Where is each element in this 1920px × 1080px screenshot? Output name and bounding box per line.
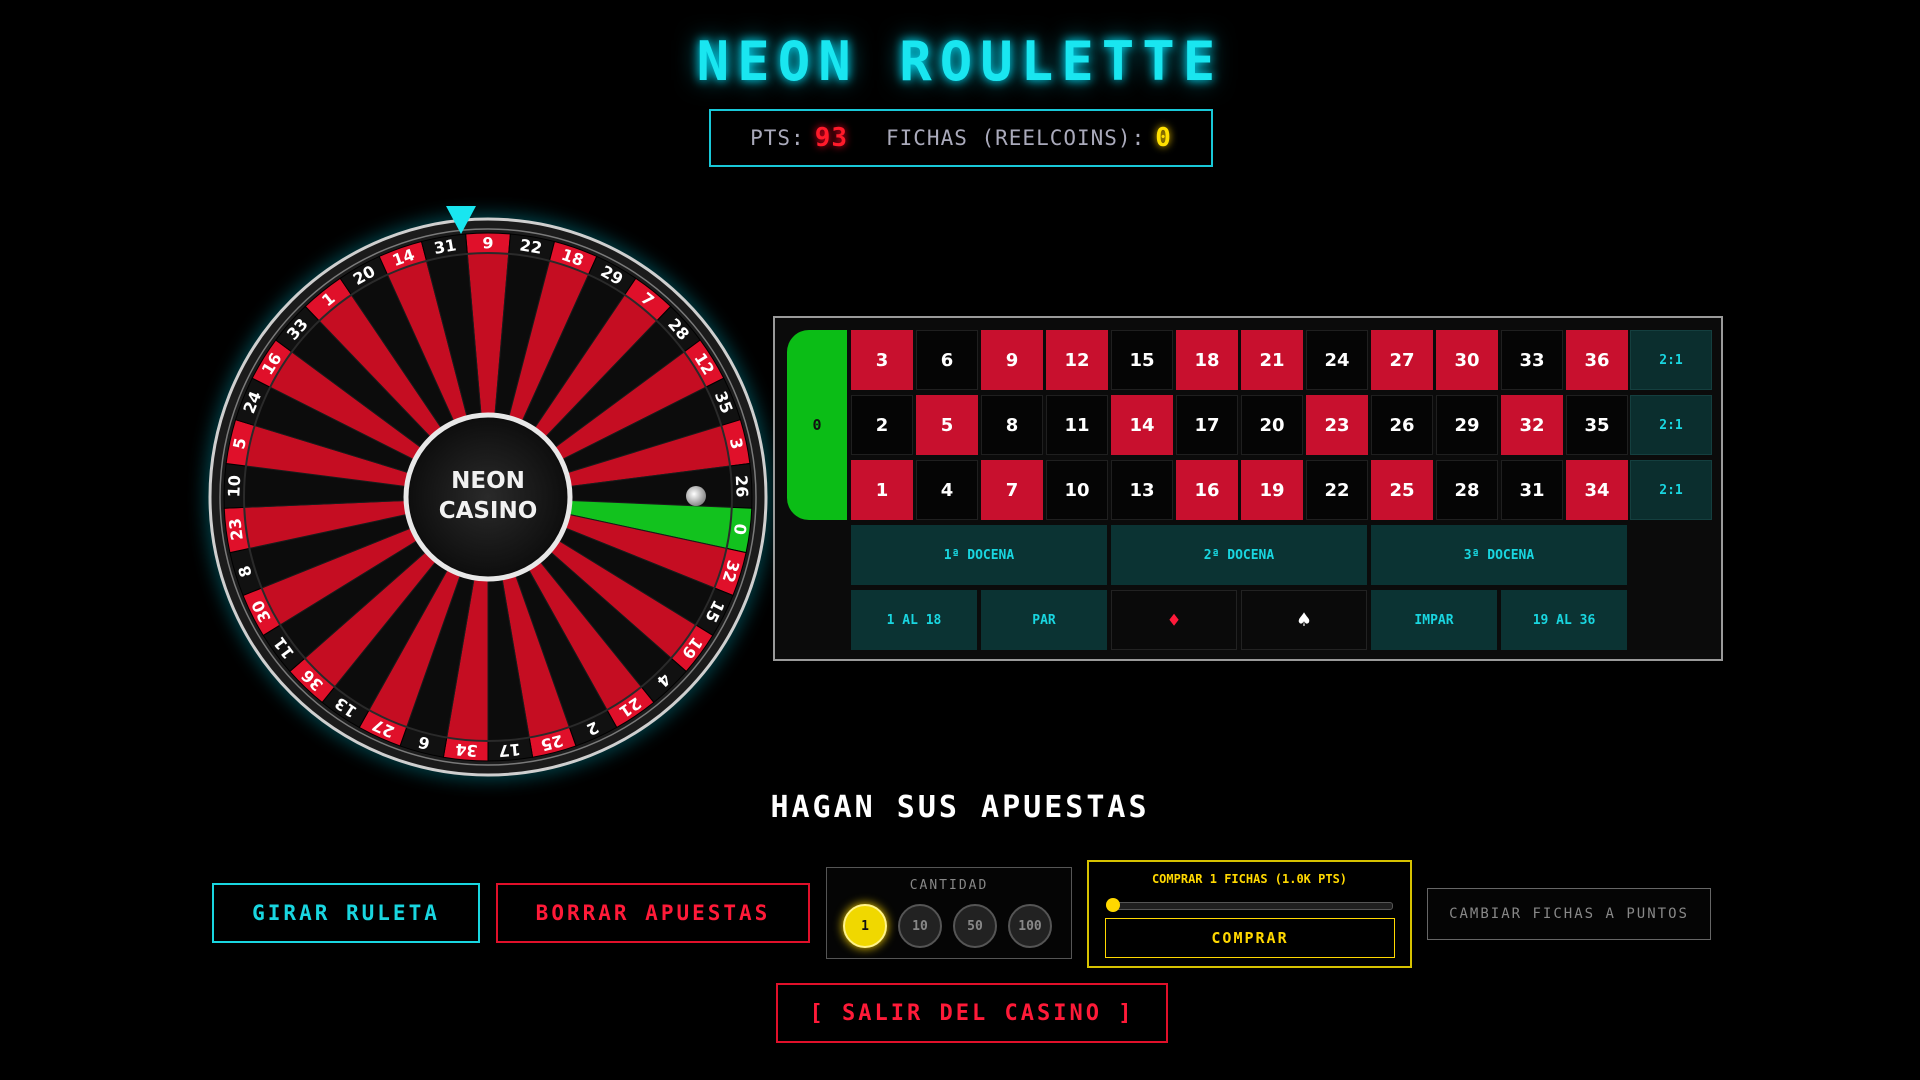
bet-low[interactable]: 1 AL 18 [851,590,977,650]
bet-number-cell[interactable]: 22 [1306,460,1368,520]
diamond-icon: ♦ [1167,608,1181,632]
bet-number-cell[interactable]: 29 [1436,395,1498,455]
bet-number-cell[interactable]: 21 [1241,330,1303,390]
bet-number-cell[interactable]: 27 [1371,330,1433,390]
bet-number-cell[interactable]: 15 [1111,330,1173,390]
wheel-number-label: 23 [225,517,247,541]
bet-number-cell[interactable]: 26 [1371,395,1433,455]
exit-casino-button[interactable]: [ SALIR DEL CASINO ] [776,983,1168,1043]
amount-label: CANTIDAD [909,878,989,893]
wheel-hub [403,412,573,582]
bet-number-cell[interactable]: 34 [1566,460,1628,520]
bet-number-cell[interactable]: 10 [1046,460,1108,520]
status-message: HAGAN SUS APUESTAS [770,790,1150,825]
slider-thumb[interactable] [1106,898,1120,912]
bet-number-cell[interactable]: 16 [1176,460,1238,520]
bet-number-cell[interactable]: 32 [1501,395,1563,455]
wheel-number-label: 31 [432,235,457,257]
roulette-ball [686,486,706,506]
bet-even[interactable]: PAR [981,590,1107,650]
bet-number-cell[interactable]: 11 [1046,395,1108,455]
bet-number-cell[interactable]: 24 [1306,330,1368,390]
chip-1[interactable]: 1 [843,904,887,948]
bet-number-cell[interactable]: 3 [851,330,913,390]
betting-board: 0 3 6 9 12 15 18 21 24 27 30 33 36 2 5 8 11 14 17 20 23 26 29… [773,316,1723,661]
bet-number-cell[interactable]: 14 [1111,395,1173,455]
bet-black[interactable]: ♠ [1241,590,1367,650]
buy-amount-slider[interactable] [1106,898,1393,912]
wheel-number-label: 10 [224,475,244,498]
bet-number-cell[interactable]: 8 [981,395,1043,455]
bet-number-cell[interactable]: 30 [1436,330,1498,390]
wheel-number-label: 26 [732,475,752,498]
chip-100[interactable]: 100 [1008,904,1052,948]
chip-10[interactable]: 10 [898,904,942,948]
bet-number-cell[interactable]: 18 [1176,330,1238,390]
bet-number-cell[interactable]: 2 [851,395,913,455]
buy-button[interactable]: COMPRAR [1105,918,1395,958]
column-bet-bottom[interactable]: 2:1 [1630,460,1712,520]
spin-button[interactable]: GIRAR RULETA [212,883,480,943]
wheel-number-label: 22 [518,235,543,257]
roulette-wheel: 9 22 1829728123532603215194212251734627133… [208,206,768,777]
bet-number-cell[interactable]: 4 [916,460,978,520]
coins-value: 0 [1155,123,1172,153]
bet-high[interactable]: 19 AL 36 [1501,590,1627,650]
bet-number-cell[interactable]: 12 [1046,330,1108,390]
bet-number-cell[interactable]: 36 [1566,330,1628,390]
spade-icon: ♠ [1297,607,1311,633]
coins-label: FICHAS (REELCOINS): [886,126,1146,150]
bet-dozen-2[interactable]: 2ª DOCENA [1111,525,1367,585]
bet-number-cell[interactable]: 7 [981,460,1043,520]
buy-coins-label: COMPRAR 1 FICHAS (1.0K PTS) [1151,872,1348,886]
bet-number-cell[interactable]: 20 [1241,395,1303,455]
bet-dozen-3[interactable]: 3ª DOCENA [1371,525,1627,585]
bet-number-cell[interactable]: 6 [916,330,978,390]
exchange-coins-button[interactable]: CAMBIAR FICHAS A PUNTOS [1427,888,1711,940]
bet-number-cell[interactable]: 31 [1501,460,1563,520]
clear-bets-button[interactable]: BORRAR APUESTAS [496,883,810,943]
score-panel: PTS: 93 FICHAS (REELCOINS): 0 [709,109,1213,167]
wheel-number-label: 9 [482,234,493,253]
bet-number-cell[interactable]: 17 [1176,395,1238,455]
wheel-number-label: 34 [455,740,479,761]
points-value: 93 [814,123,848,153]
column-bet-middle[interactable]: 2:1 [1630,395,1712,455]
bet-odd[interactable]: IMPAR [1371,590,1497,650]
bet-number-cell[interactable]: 9 [981,330,1043,390]
amount-selector: CANTIDAD 1 10 50 100 [826,867,1072,959]
column-bet-top[interactable]: 2:1 [1630,330,1712,390]
bet-number-cell[interactable]: 13 [1111,460,1173,520]
wheel-number-label: 17 [498,740,522,761]
bet-number-cell[interactable]: 35 [1566,395,1628,455]
zero-label: 0 [812,416,822,434]
hub-text-line1: NEON [451,468,525,494]
bet-number-cell[interactable]: 23 [1306,395,1368,455]
bet-number-cell[interactable]: 25 [1371,460,1433,520]
chip-50[interactable]: 50 [953,904,997,948]
bet-number-cell[interactable]: 33 [1501,330,1563,390]
hub-text-line2: CASINO [439,498,538,524]
bet-dozen-1[interactable]: 1ª DOCENA [851,525,1107,585]
bet-number-cell[interactable]: 5 [916,395,978,455]
bet-number-cell[interactable]: 28 [1436,460,1498,520]
bet-red[interactable]: ♦ [1111,590,1237,650]
bet-number-cell[interactable]: 19 [1241,460,1303,520]
bet-zero[interactable]: 0 [787,330,847,520]
buy-coins-panel: COMPRAR 1 FICHAS (1.0K PTS) COMPRAR [1087,860,1412,968]
bet-number-cell[interactable]: 1 [851,460,913,520]
